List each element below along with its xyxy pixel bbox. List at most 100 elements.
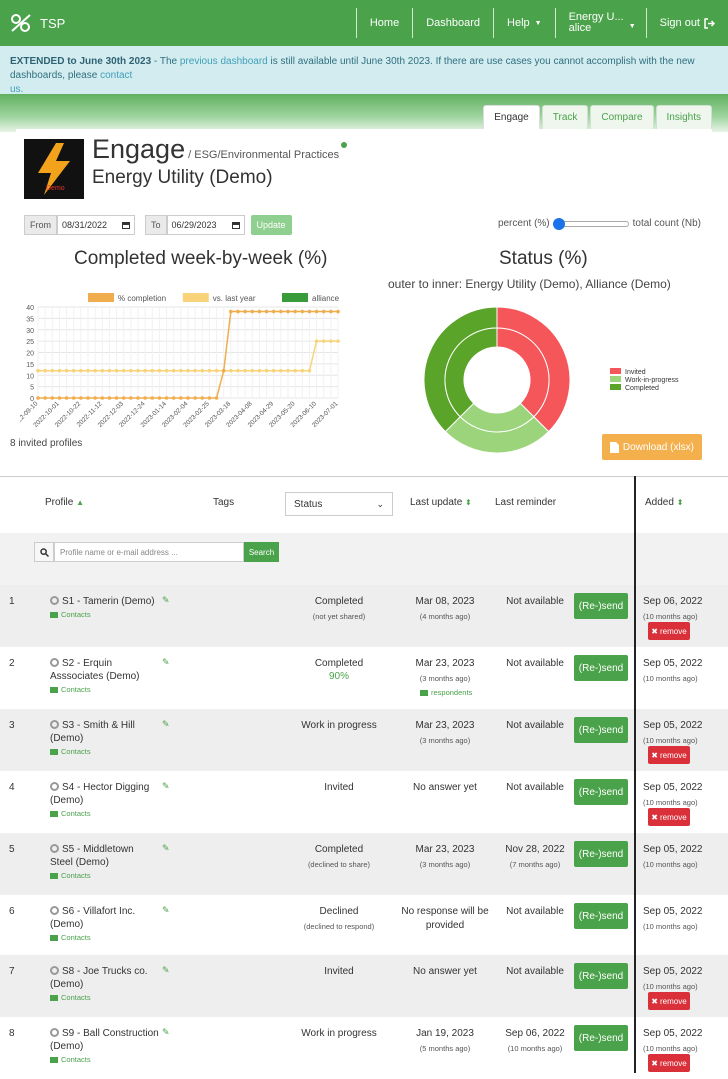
slider-knob[interactable] [552,217,565,230]
profile-name[interactable]: S9 - Ball Construction [50,1028,159,1039]
page-title-main: Engage [92,134,186,164]
profile-name[interactable]: S4 - Hector Digging [50,782,149,793]
edit-icon[interactable]: ✎ [162,781,170,792]
contacts-link[interactable]: Contacts [50,871,91,880]
profile-name[interactable]: S6 - Villafort Inc. [50,906,135,917]
remove-button[interactable]: ✖ remove [648,808,690,826]
nav-dashboard[interactable]: Dashboard [412,8,493,38]
profile-name-line2[interactable]: Steel (Demo) [50,857,109,868]
previous-dashboard-link[interactable]: previous dashboard [180,56,268,67]
profile-name[interactable]: S3 - Smith & Hill [50,720,135,731]
data-point [250,368,255,373]
data-point [36,368,40,373]
data-point [57,368,62,373]
tab-compare[interactable]: Compare [590,105,654,129]
contacts-link[interactable]: Contacts [50,993,91,1002]
data-point [164,368,169,373]
profile-name-line2[interactable]: (Demo) [50,979,83,990]
unit-toggle: percent (%) total count (Nb) [497,217,701,230]
info-icon[interactable] [341,142,348,148]
remove-button[interactable]: ✖ remove [648,746,690,764]
nav-home[interactable]: Home [355,8,412,38]
contacts-link[interactable]: Contacts [50,933,91,942]
profile-name-line2[interactable]: (Demo) [50,919,83,930]
calendar-icon[interactable] [231,221,240,229]
y-tick-label: 40 [26,305,34,312]
update-button[interactable]: Update [250,215,292,235]
data-point [186,368,190,373]
sort-icon[interactable]: ⬍ [465,498,472,507]
close-icon: ✖ [651,1058,658,1068]
row-number: 6 [9,906,15,917]
sort-icon[interactable]: ⬍ [677,498,684,507]
contact-link[interactable]: contact [100,70,132,81]
sort-up-icon[interactable]: ▲ [76,498,84,507]
nav-help-label: Help [507,17,530,29]
profile-name[interactable]: S2 - Erquin [50,658,112,669]
profile-name-line2[interactable]: (Demo) [50,795,83,806]
edit-icon[interactable]: ✎ [162,965,170,976]
profile-search-input[interactable]: Profile name or e-mail address ... [54,542,244,562]
status-note: (declined to share) [307,860,371,869]
added-date: Sep 05, 2022 [643,906,703,917]
nav-user-menu[interactable]: Energy U... alice ▼ [554,8,646,38]
tab-track[interactable]: Track [541,105,589,129]
info-banner: EXTENDED to June 30th 2023 - The previou… [0,46,728,95]
col-last-update[interactable]: Last update ⬍ [410,497,472,508]
last-update-note: (4 months ago) [419,612,471,621]
remove-button[interactable]: ✖ remove [648,1054,690,1072]
tab-insights[interactable]: Insights [655,105,712,129]
to-date-input[interactable]: 06/29/2023 [166,215,245,235]
nav-signout[interactable]: Sign out [645,8,728,38]
edit-icon[interactable]: ✎ [162,1027,170,1038]
row-number: 2 [9,658,15,669]
profile-name-line2[interactable]: (Demo) [50,1041,83,1052]
legend-label: % completion [118,294,166,303]
banner-bold: EXTENDED to June 30th 2023 [10,56,152,67]
data-point [86,396,90,400]
brand[interactable]: TSP [0,13,65,33]
edit-icon[interactable]: ✎ [162,657,170,668]
status-filter-select[interactable]: Status ⌄ [285,492,393,516]
contacts-link[interactable]: Contacts [50,809,91,818]
resend-button[interactable]: (Re-)send [574,1025,628,1051]
resend-button[interactable]: (Re-)send [574,841,628,867]
contacts-link[interactable]: Contacts [50,685,91,694]
download-button[interactable]: Download (xlsx) [601,434,702,460]
edit-icon[interactable]: ✎ [162,719,170,730]
status-text: Completed [314,658,364,669]
profile-name-line2[interactable]: (Demo) [50,733,83,744]
last-update: Jan 19, 2023 [416,1028,474,1039]
nav-help[interactable]: Help ▼ [493,8,555,38]
contacts-link[interactable]: Contacts [50,747,91,756]
resend-button[interactable]: (Re-)send [574,903,628,929]
edit-icon[interactable]: ✎ [162,595,170,606]
respondents-link[interactable]: respondents [420,688,472,697]
edit-icon[interactable]: ✎ [162,843,170,854]
resend-button[interactable]: (Re-)send [574,717,628,743]
calendar-icon[interactable] [122,221,130,229]
profile-name[interactable]: S8 - Joe Trucks co. [50,966,148,977]
profile-name[interactable]: S5 - Middletown [50,844,134,855]
contacts-link[interactable]: Contacts [50,610,91,619]
last-reminder: Sep 06, 2022 [505,1028,565,1039]
toggle-left-label: percent (%) [497,218,550,229]
remove-button[interactable]: ✖ remove [648,992,690,1010]
profile-name[interactable]: S1 - Tamerin (Demo) [50,596,155,607]
resend-button[interactable]: (Re-)send [574,593,628,619]
edit-icon[interactable]: ✎ [162,905,170,916]
remove-button[interactable]: ✖ remove [648,622,690,640]
profile-name-line2[interactable]: Asssociates (Demo) [50,671,139,682]
unit-slider[interactable] [552,217,629,230]
resend-button[interactable]: (Re-)send [574,963,628,989]
col-profile[interactable]: Profile ▲ [45,497,84,508]
data-point [293,368,297,373]
contact-link-cont[interactable]: us. [10,84,23,95]
from-date-input[interactable]: 08/31/2022 [57,215,135,235]
tab-engage[interactable]: Engage [483,105,540,129]
search-button[interactable]: Search [244,542,279,562]
contacts-link[interactable]: Contacts [50,1055,91,1064]
resend-button[interactable]: (Re-)send [574,779,628,805]
resend-button[interactable]: (Re-)send [574,655,628,681]
col-added[interactable]: Added ⬍ [645,497,683,508]
